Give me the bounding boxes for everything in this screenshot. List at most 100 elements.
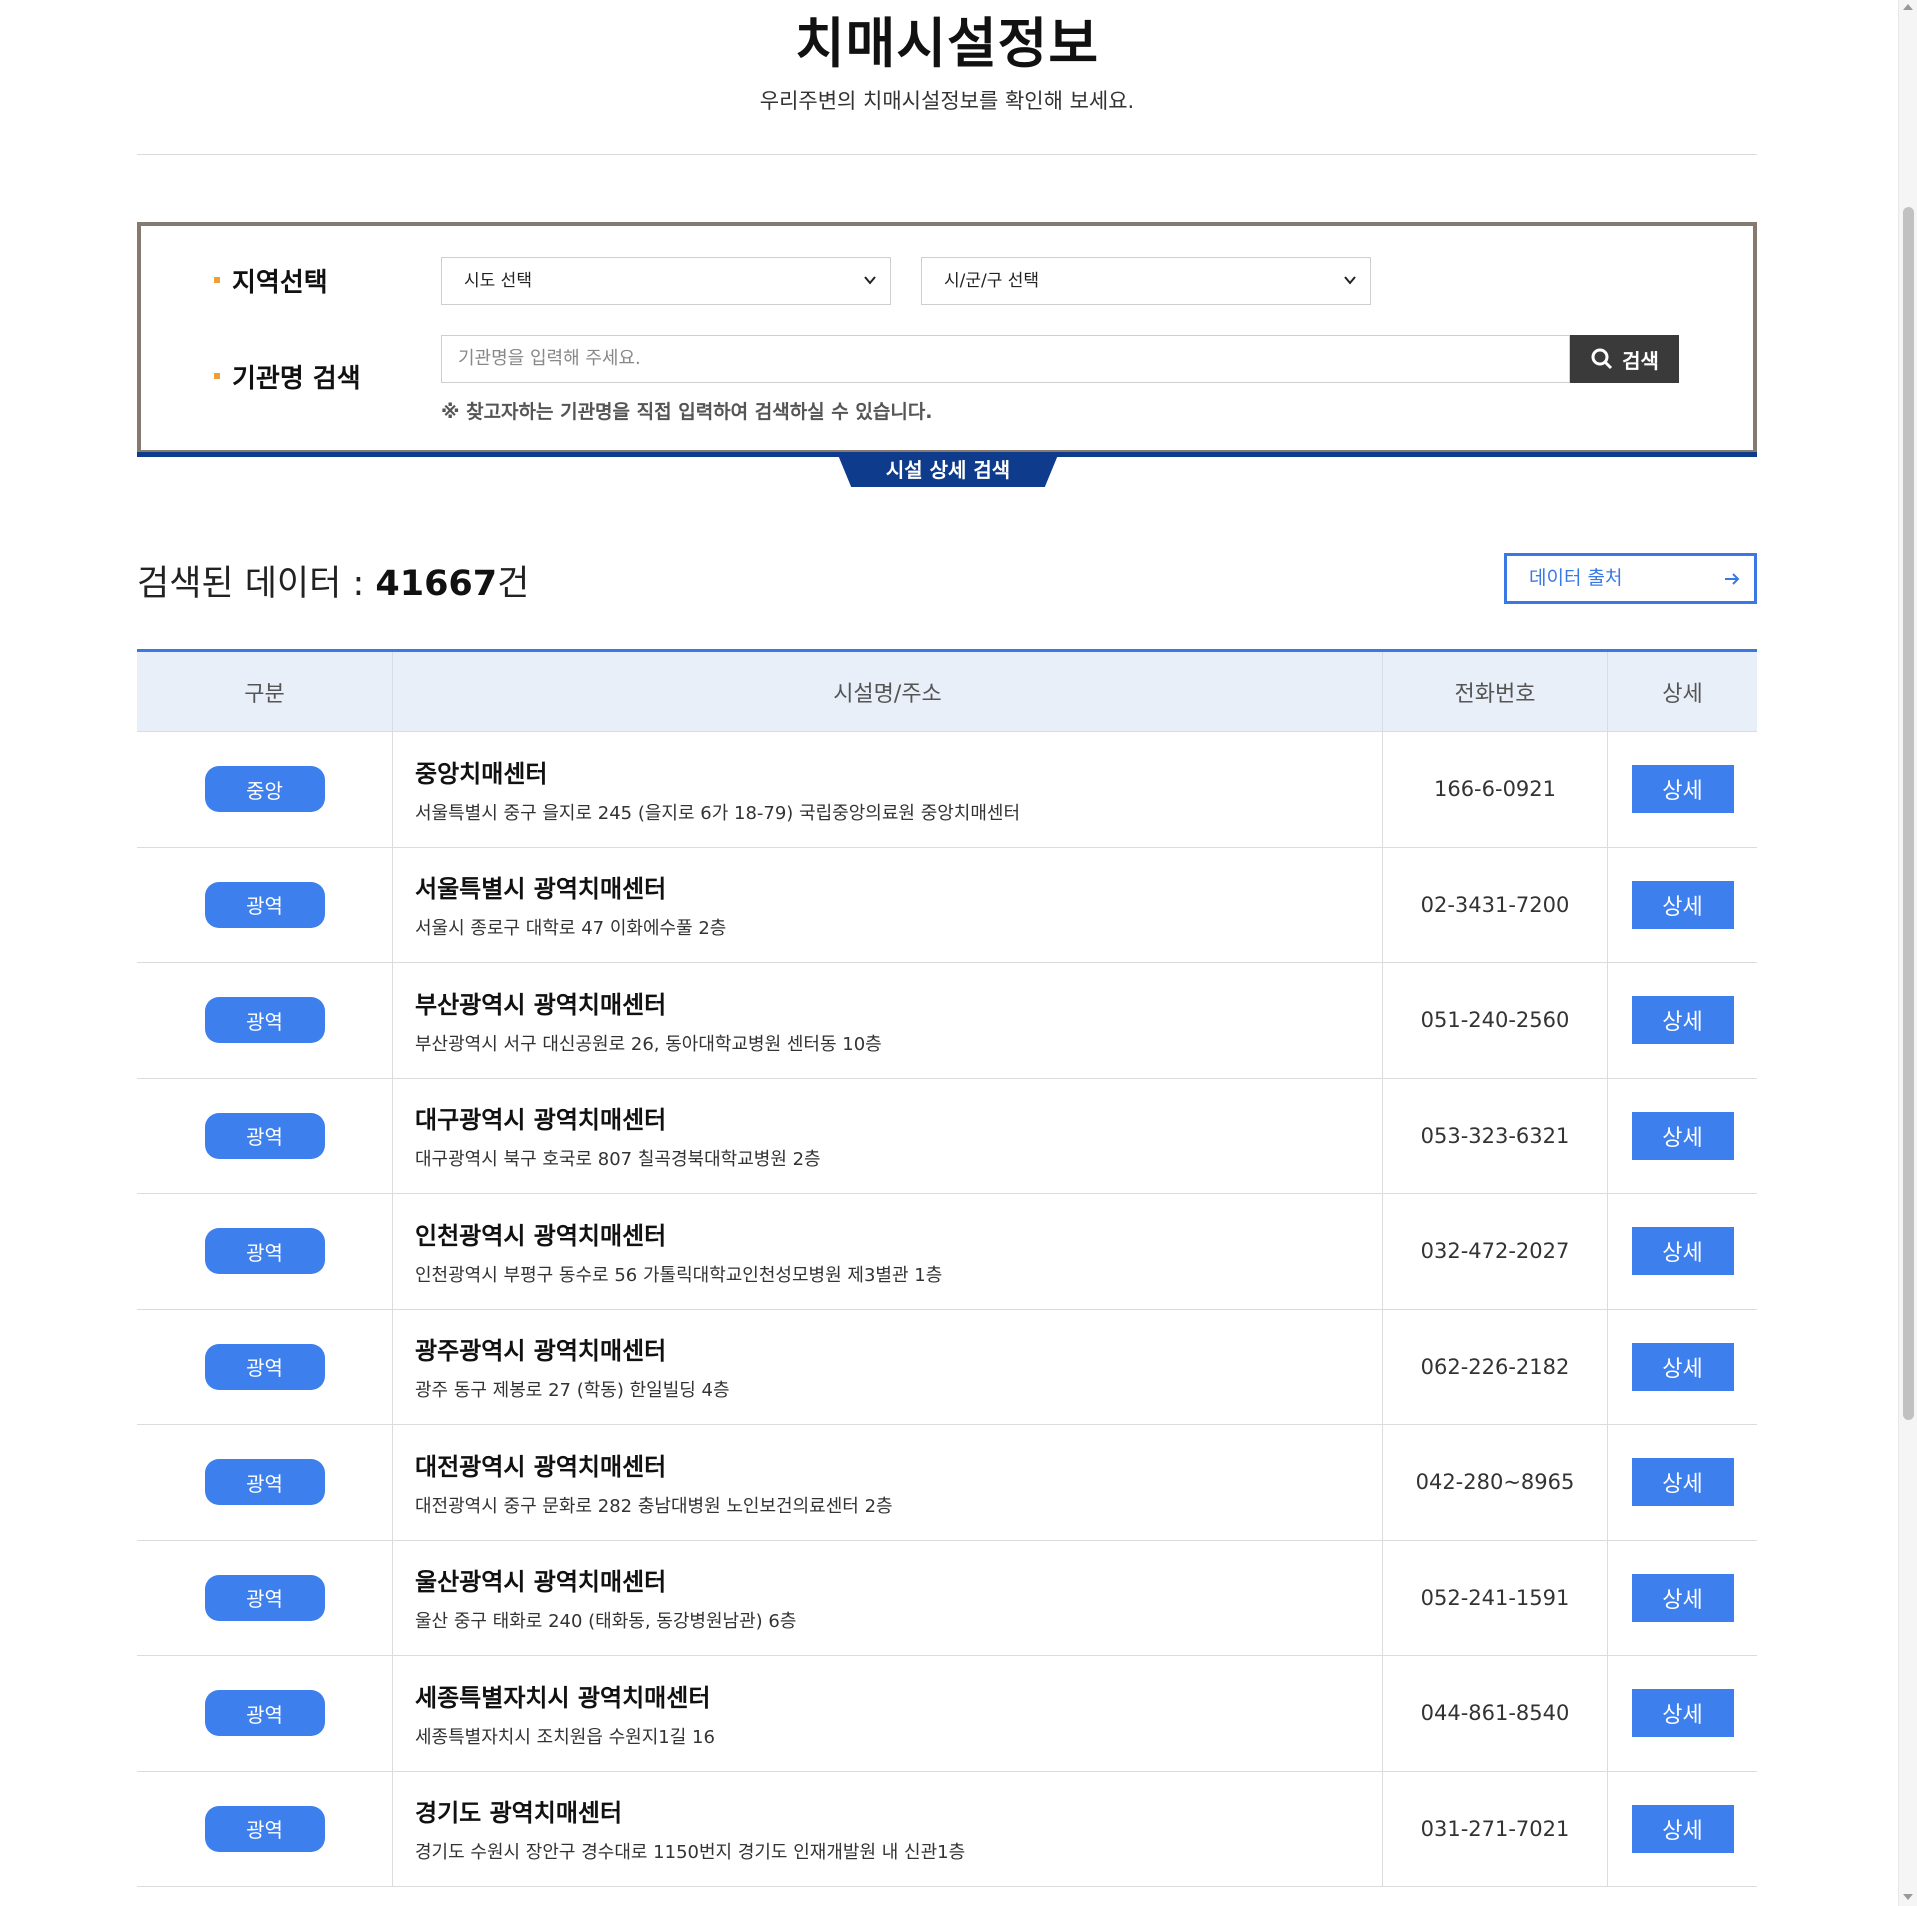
arrow-right-icon [1725,573,1740,585]
detail-cell: 상세 [1608,1310,1757,1425]
type-cell: 광역 [137,1194,393,1309]
search-note: ※ 찾고자하는 기관명을 직접 입력하여 검색하실 수 있습니다. [441,401,933,423]
type-badge: 광역 [204,1228,325,1275]
facility-name[interactable]: 대구광역시 광역치매센터 [415,1100,666,1135]
detail-button[interactable]: 상세 [1631,1689,1734,1738]
detail-button[interactable]: 상세 [1631,1573,1734,1622]
type-badge: 광역 [204,1690,325,1737]
sigungu-select-value: 시/군/구 선택 [944,271,1040,291]
table-header: 구분 시설명/주소 전화번호 상세 [137,652,1757,732]
type-cell: 광역 [137,963,393,1078]
detail-cell: 상세 [1608,1425,1757,1540]
facility-name[interactable]: 광주광역시 광역치매센터 [415,1331,666,1366]
detail-button[interactable]: 상세 [1631,996,1734,1045]
detail-cell: 상세 [1608,1656,1757,1771]
table-row: 광역 울산광역시 광역치매센터울산 중구 태화로 240 (태화동, 동강병원남관… [137,1540,1757,1656]
facility-table: 구분 시설명/주소 전화번호 상세 중앙 중앙치매센터서울특별시 중구 을지로 2… [137,649,1757,1887]
facility-phone: 051-240-2560 [1420,1008,1570,1033]
name-address-cell: 경기도 광역치매센터 경기도 수원시 장안구 경수대로 1150번지 경기도 인재… [393,1771,1383,1886]
search-button[interactable]: 검색 [1570,335,1679,383]
name-address-cell: 대구광역시 광역치매센터 대구광역시 북구 호국로 807 칠곡경북대학교병원 2… [393,1078,1383,1193]
facility-phone: 053-323-6321 [1420,1123,1570,1148]
type-badge: 광역 [204,1805,325,1852]
name-address-cell: 인천광역시 광역치매센터인천광역시 부평구 동수로 56 가톨릭대학교인천성모병… [393,1194,1383,1309]
detail-cell: 상세 [1608,1772,1757,1887]
detail-cell: 상세 [1608,732,1757,847]
header-phone: 전화번호 [1383,652,1608,731]
bullet-icon [214,372,220,379]
facility-name[interactable]: 경기도 광역치매센터 [415,1793,622,1828]
name-address-cell: 중앙치매센터서울특별시 중구 을지로 245 (을지로 6가 18-79) 국립… [393,732,1383,847]
detail-button[interactable]: 상세 [1631,1458,1734,1507]
phone-cell: 02-3431-7200 [1383,847,1608,962]
phone-cell: 031-271-7021 [1383,1771,1608,1886]
facility-name[interactable]: 대전광역시 광역치매센터 [415,1447,666,1482]
facility-address: 부산광역시 서구 대신공원로 26, 동아대학교병원 센터동 10층 [415,1033,882,1055]
result-count-number: 41667 [375,564,498,604]
bullet-icon [214,276,220,283]
facility-phone: 032-472-2027 [1420,1239,1570,1264]
facility-address: 대전광역시 중구 문화로 282 충남대병원 노인보건의료센터 2층 [415,1495,893,1517]
facility-name[interactable]: 인천광역시 광역치매센터 [415,1216,666,1251]
page-header: 치매시설정보 우리주변의 치매시설정보를 확인해 보세요. [137,0,1757,155]
page-title: 치매시설정보 [794,12,1100,75]
facility-name[interactable]: 중앙치매센터 [415,754,547,789]
type-badge: 광역 [204,1574,325,1621]
table-row: 광역 광주광역시 광역치매센터광주 동구 제봉로 27 (학동) 한일빌딩 4층 0… [137,1309,1757,1425]
type-badge: 광역 [204,997,325,1044]
scroll-down-icon[interactable] [1903,1894,1913,1900]
name-address-cell: 서울특별시 광역치매센터 서울시 종로구 대학로 47 이화에수풀 2층 [393,847,1383,962]
detail-button[interactable]: 상세 [1631,1227,1734,1276]
detail-button[interactable]: 상세 [1631,1111,1734,1160]
type-cell: 광역 [137,1078,393,1193]
type-cell: 중앙 [137,732,393,847]
type-badge: 광역 [204,1112,325,1159]
detail-button[interactable]: 상세 [1631,880,1734,929]
chevron-down-icon [864,276,876,285]
name-search-input[interactable]: 기관명을 입력해 주세요. [441,335,1570,383]
sigungu-select[interactable]: 시/군/구 선택 [921,257,1371,305]
facility-name[interactable]: 세종특별자치시 광역치매센터 [415,1678,710,1713]
detail-button[interactable]: 상세 [1631,765,1734,814]
facility-address: 광주 동구 제봉로 27 (학동) 한일빌딩 4층 [415,1380,730,1402]
table-row: 광역 서울특별시 광역치매센터 서울시 종로구 대학로 47 이화에수풀 2층 02-… [137,847,1757,963]
type-cell: 광역 [137,1309,393,1424]
facility-address: 세종특별자치시 조치원읍 수원지1길 16 [415,1726,715,1748]
page-subtitle: 우리주변의 치매시설정보를 확인해 보세요. [759,88,1135,113]
vertical-scrollbar[interactable] [1898,0,1917,1906]
table-row: 광역 경기도 광역치매센터 경기도 수원시 장안구 경수대로 1150번지 경기도 … [137,1771,1757,1887]
facility-name[interactable]: 서울특별시 광역치매센터 [415,869,666,904]
phone-cell: 166-6-0921 [1383,732,1608,847]
phone-cell: 053-323-6321 [1383,1078,1608,1193]
detail-search-tab[interactable]: 시설 상세 검색 [838,455,1058,487]
scroll-up-icon[interactable] [1903,4,1913,10]
facility-address: 서울특별시 중구 을지로 245 (을지로 6가 18-79) 국립중앙의료원 … [415,802,1021,824]
phone-cell: 052-241-1591 [1383,1540,1608,1655]
detail-button[interactable]: 상세 [1631,1804,1734,1853]
type-badge: 중앙 [204,766,325,813]
table-body: 중앙 중앙치매센터서울특별시 중구 을지로 245 (을지로 6가 18-79) … [137,732,1757,1887]
facility-name[interactable]: 울산광역시 광역치매센터 [415,1562,666,1597]
table-row: 중앙 중앙치매센터서울특별시 중구 을지로 245 (을지로 6가 18-79) … [137,732,1757,848]
phone-cell: 042-280~8965 [1383,1425,1608,1540]
data-source-button[interactable]: 데이터 출처 [1504,553,1757,604]
facility-phone: 044-861-8540 [1420,1701,1570,1726]
phone-cell: 062-226-2182 [1383,1309,1608,1424]
page: 치매시설정보 우리주변의 치매시설정보를 확인해 보세요. 지역선택 시도 선택… [0,0,1898,1906]
name-address-cell: 울산광역시 광역치매센터울산 중구 태화로 240 (태화동, 동강병원남관) … [393,1540,1383,1655]
facility-address: 인천광역시 부평구 동수로 56 가톨릭대학교인천성모병원 제3별관 1층 [415,1264,943,1286]
detail-cell: 상세 [1608,963,1757,1078]
result-count-suffix: 건 [497,564,530,604]
type-badge: 광역 [204,881,325,928]
facility-address: 울산 중구 태화로 240 (태화동, 동강병원남관) 6층 [415,1611,797,1633]
detail-button[interactable]: 상세 [1631,1342,1734,1391]
table-row: 광역 대구광역시 광역치매센터 대구광역시 북구 호국로 807 칠곡경북대학교병원… [137,1078,1757,1194]
facility-name[interactable]: 부산광역시 광역치매센터 [415,985,666,1020]
detail-cell: 상세 [1608,1079,1757,1194]
header-type: 구분 [137,652,393,731]
scrollbar-thumb[interactable] [1903,207,1914,1420]
phone-cell: 044-861-8540 [1383,1656,1608,1771]
table-row: 광역 부산광역시 광역치매센터부산광역시 서구 대신공원로 26, 동아대학교병원… [137,963,1757,1079]
sido-select[interactable]: 시도 선택 [441,257,891,305]
facility-phone: 166-6-0921 [1433,777,1557,802]
